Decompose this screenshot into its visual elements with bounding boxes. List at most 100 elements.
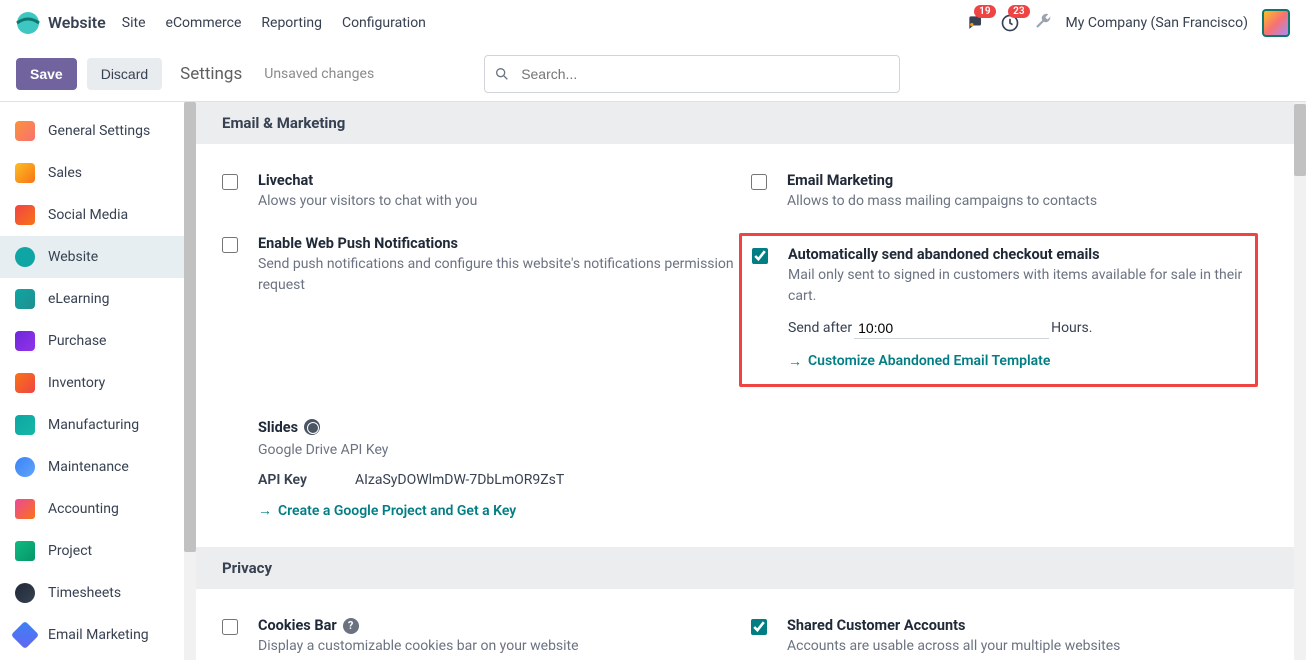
- send-after-input[interactable]: [854, 318, 1049, 339]
- web-push-desc: Send push notifications and configure th…: [258, 254, 741, 295]
- sidebar-item-social-media[interactable]: Social Media: [0, 194, 196, 236]
- page-title: Settings: [180, 64, 242, 84]
- sidebar-icon: [14, 456, 36, 478]
- setting-web-push: Enable Web Push Notifications Send push …: [222, 223, 751, 401]
- nav-ecommerce[interactable]: eCommerce: [166, 15, 242, 31]
- sidebar-item-label: eLearning: [48, 291, 109, 307]
- sidebar-item-elearning[interactable]: eLearning: [0, 278, 196, 320]
- sidebar-item-timesheets[interactable]: Timesheets: [0, 572, 196, 614]
- web-push-title: Enable Web Push Notifications: [258, 235, 458, 252]
- cookies-bar-checkbox[interactable]: [222, 619, 238, 635]
- sidebar-item-sales[interactable]: Sales: [0, 152, 196, 194]
- sidebar-icon: [14, 330, 36, 352]
- sidebar-item-website[interactable]: Website: [0, 236, 196, 278]
- shared-accounts-checkbox[interactable]: [751, 619, 767, 635]
- activities-button[interactable]: 23: [1000, 13, 1020, 33]
- search-wrap: [484, 55, 900, 93]
- arrow-icon: →: [788, 353, 802, 370]
- setting-livechat: Livechat Alows your visitors to chat wit…: [222, 160, 751, 223]
- sidebar-item-label: Email Marketing: [48, 627, 149, 643]
- slides-title-text: Slides: [258, 419, 298, 436]
- nav-configuration[interactable]: Configuration: [342, 15, 426, 31]
- sidebar-item-employees[interactable]: Employees: [0, 656, 196, 660]
- messages-badge: 19: [974, 5, 995, 18]
- sidebar-item-email-marketing[interactable]: Email Marketing: [0, 614, 196, 656]
- company-switcher[interactable]: My Company (San Francisco): [1066, 15, 1248, 31]
- sidebar-item-label: Accounting: [48, 501, 119, 517]
- web-push-checkbox[interactable]: [222, 237, 238, 253]
- nav-reporting[interactable]: Reporting: [261, 15, 322, 31]
- sidebar-item-label: General Settings: [48, 123, 150, 139]
- send-after-row: Send after Hours.: [788, 318, 1245, 339]
- sidebar-icon: [14, 120, 36, 142]
- cookies-bar-title-text: Cookies Bar: [258, 617, 337, 634]
- debug-button[interactable]: [1034, 12, 1052, 34]
- sidebar-item-accounting[interactable]: Accounting: [0, 488, 196, 530]
- setting-shared-accounts: Shared Customer Accounts Accounts are us…: [751, 605, 1280, 660]
- sidebar-item-purchase[interactable]: Purchase: [0, 320, 196, 362]
- unsaved-indicator: Unsaved changes: [264, 66, 374, 82]
- messages-button[interactable]: 19: [966, 13, 986, 33]
- website-logo-icon: [16, 11, 40, 35]
- shared-accounts-desc: Accounts are usable across all your mult…: [787, 636, 1270, 656]
- discard-button[interactable]: Discard: [87, 58, 162, 90]
- highlight-box: Automatically send abandoned checkout em…: [739, 233, 1258, 387]
- email-marketing-checkbox[interactable]: [751, 174, 767, 190]
- nav-site[interactable]: Site: [122, 15, 146, 31]
- sidebar-item-inventory[interactable]: Inventory: [0, 362, 196, 404]
- sidebar-item-label: Project: [48, 543, 92, 559]
- app-switcher[interactable]: Website: [16, 11, 106, 35]
- sidebar-item-manufacturing[interactable]: Manufacturing: [0, 404, 196, 446]
- help-icon[interactable]: ?: [343, 618, 359, 634]
- section-header-privacy: Privacy: [196, 547, 1306, 589]
- abandoned-checkbox[interactable]: [752, 248, 768, 264]
- section-header-email-marketing: Email & Marketing: [196, 102, 1306, 144]
- api-key-label: API Key: [258, 472, 307, 488]
- send-after-label: Send after: [788, 320, 852, 336]
- setting-cookies-bar: Cookies Bar ? Display a customizable coo…: [222, 605, 751, 660]
- livechat-title: Livechat: [258, 172, 313, 189]
- sidebar-scrollbar[interactable]: [184, 102, 196, 660]
- search-icon: [494, 66, 510, 82]
- search-input[interactable]: [484, 55, 900, 93]
- activities-badge: 23: [1008, 5, 1029, 18]
- hours-label: Hours.: [1051, 320, 1092, 336]
- main-scrollbar[interactable]: [1294, 102, 1306, 660]
- livechat-checkbox[interactable]: [222, 174, 238, 190]
- sidebar-item-label: Website: [48, 249, 98, 265]
- settings-sidebar: General Settings SalesSocial Media Website…: [0, 102, 196, 660]
- sidebar-icon: [14, 540, 36, 562]
- globe-icon: [304, 419, 320, 435]
- create-google-project-link[interactable]: → Create a Google Project and Get a Key: [258, 502, 516, 519]
- setting-abandoned-checkout: Automatically send abandoned checkout em…: [751, 223, 1280, 401]
- sidebar-icon: [14, 414, 36, 436]
- abandoned-desc: Mail only sent to signed in customers wi…: [788, 265, 1245, 306]
- api-key-value: AIzaSyDOWlmDW-7DbLmOR9ZsT: [355, 472, 564, 488]
- save-button[interactable]: Save: [16, 58, 77, 90]
- api-key-row: API Key AIzaSyDOWlmDW-7DbLmOR9ZsT: [258, 472, 1270, 488]
- sidebar-item-label: Timesheets: [48, 585, 121, 601]
- slides-title: Slides: [258, 419, 320, 436]
- sidebar-icon: [14, 624, 36, 646]
- body: General Settings SalesSocial Media Website…: [0, 102, 1306, 660]
- sidebar-item-label: Manufacturing: [48, 417, 139, 433]
- sidebar-icon: [14, 498, 36, 520]
- email-marketing-title: Email Marketing: [787, 172, 893, 189]
- topnav-right: 19 23 My Company (San Francisco): [966, 9, 1290, 37]
- sidebar-item-general-settings[interactable]: General Settings: [0, 110, 196, 152]
- google-project-link-text: Create a Google Project and Get a Key: [278, 503, 516, 519]
- sidebar-icon: [14, 372, 36, 394]
- sidebar-item-project[interactable]: Project: [0, 530, 196, 572]
- sidebar-item-label: Maintenance: [48, 459, 129, 475]
- wrench-icon: [1034, 12, 1052, 30]
- user-avatar[interactable]: [1262, 9, 1290, 37]
- sidebar-item-maintenance[interactable]: Maintenance: [0, 446, 196, 488]
- email-marketing-desc: Allows to do mass mailing campaigns to c…: [787, 191, 1270, 211]
- action-bar: Save Discard Settings Unsaved changes: [0, 46, 1306, 102]
- customize-email-template-link[interactable]: → Customize Abandoned Email Template: [788, 353, 1050, 370]
- section-body-email-marketing: Livechat Alows your visitors to chat wit…: [196, 144, 1306, 547]
- sidebar-item-label: Inventory: [48, 375, 105, 391]
- sidebar-item-label: Purchase: [48, 333, 106, 349]
- nav-links: Site eCommerce Reporting Configuration: [122, 15, 426, 31]
- setting-slides: Slides Google Drive API Key API Key AIza…: [222, 407, 1280, 531]
